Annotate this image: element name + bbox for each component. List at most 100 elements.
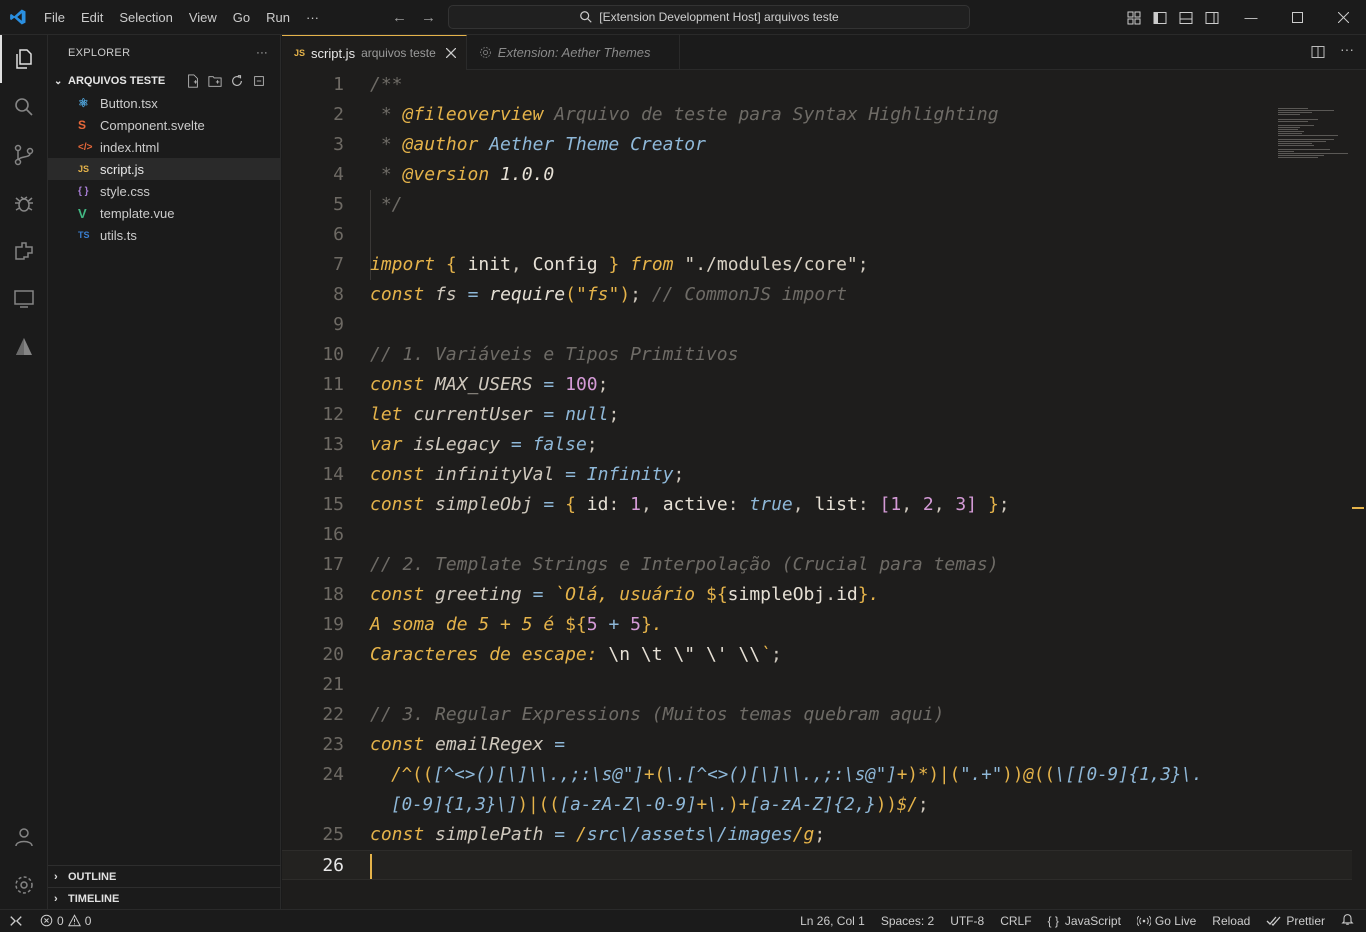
file-name: Component.svelte	[100, 117, 205, 133]
remote-indicator-icon[interactable]	[0, 914, 32, 928]
problems-indicator[interactable]: 0 0	[32, 914, 91, 928]
activity-bar	[0, 35, 48, 909]
line-number: 23	[322, 734, 344, 755]
status-bar: 0 0 Ln 26, Col 1 Spaces: 2 UTF-8 CRLF { …	[0, 909, 1366, 931]
menu-file[interactable]: File	[36, 0, 73, 35]
code-line: import { init, Config } from "./modules/…	[370, 254, 869, 275]
file-name: script.js	[100, 161, 145, 177]
end-of-line[interactable]: CRLF	[1000, 914, 1031, 928]
manage-gear-icon[interactable]	[0, 861, 48, 909]
extensions-icon[interactable]	[0, 227, 48, 275]
maximize-icon[interactable]	[1274, 0, 1320, 35]
outline-section[interactable]: › OUTLINE	[48, 865, 281, 887]
file-item-style-css[interactable]: { } style.css	[48, 180, 280, 202]
file-item-utils-ts[interactable]: TS utils.ts	[48, 224, 280, 246]
prettier-button[interactable]: Prettier	[1266, 914, 1325, 928]
menu-more[interactable]: ···	[298, 0, 327, 35]
close-tab-icon[interactable]	[445, 46, 457, 61]
folder-name: ARQUIVOS TESTE	[68, 75, 166, 87]
toggle-panel-icon[interactable]	[1178, 10, 1194, 26]
file-item-script-js[interactable]: JS script.js	[48, 158, 280, 180]
explorer-icon[interactable]	[0, 35, 48, 83]
encoding[interactable]: UTF-8	[950, 914, 984, 928]
double-check-icon	[1266, 916, 1281, 926]
timeline-section[interactable]: › TIMELINE	[48, 887, 281, 909]
menu-edit[interactable]: Edit	[73, 0, 111, 35]
file-name: Button.tsx	[100, 95, 158, 111]
line-number: 3	[333, 134, 344, 155]
ts-icon: TS	[78, 230, 90, 240]
indentation[interactable]: Spaces: 2	[881, 914, 934, 928]
vscode-logo-icon	[0, 0, 36, 35]
outline-label: OUTLINE	[68, 870, 117, 883]
notifications-bell-icon[interactable]	[1341, 912, 1354, 929]
line-number: 11	[322, 374, 344, 395]
cursor-position[interactable]: Ln 26, Col 1	[800, 914, 865, 928]
file-item-index-html[interactable]: </> index.html	[48, 136, 280, 158]
minimize-icon[interactable]: —	[1228, 0, 1274, 35]
tab-extension-aether-themes[interactable]: Extension: Aether Themes	[467, 35, 680, 70]
react-icon: ⚛	[78, 96, 89, 110]
run-debug-icon[interactable]	[0, 179, 48, 227]
explorer-more-icon[interactable]: ···	[256, 47, 268, 59]
close-window-icon[interactable]	[1320, 0, 1366, 35]
search-activity-icon[interactable]	[0, 83, 48, 131]
source-control-icon[interactable]	[0, 131, 48, 179]
line-number: 9	[333, 314, 344, 335]
customize-layout-icon[interactable]	[1126, 10, 1142, 26]
line-number: 26	[322, 855, 344, 876]
flask-icon[interactable]	[0, 323, 48, 371]
menu-run[interactable]: Run	[258, 0, 298, 35]
html-icon: </>	[78, 141, 93, 153]
line-number: 20	[322, 644, 344, 665]
title-bar: File Edit Selection View Go Run ··· ← → …	[0, 0, 1366, 35]
reload-button[interactable]: Reload	[1212, 914, 1250, 928]
file-name: index.html	[100, 139, 160, 155]
extension-gear-icon	[480, 47, 491, 58]
js-icon: JS	[294, 48, 306, 58]
file-item-component-svelte[interactable]: S Component.svelte	[48, 114, 280, 136]
new-file-icon[interactable]	[186, 74, 200, 88]
line-number: 19	[322, 614, 344, 635]
line-number: 14	[322, 464, 344, 485]
remote-explorer-icon[interactable]	[0, 275, 48, 323]
text-cursor	[370, 854, 372, 879]
code-line: // 2. Template Strings e Interpolação (C…	[370, 554, 999, 575]
braces-icon: { }	[1047, 913, 1059, 928]
editor-more-icon[interactable]: ···	[1340, 41, 1354, 57]
file-item-button-tsx[interactable]: ⚛ Button.tsx	[48, 92, 280, 114]
menu-go[interactable]: Go	[225, 0, 258, 35]
code-line: */	[370, 194, 403, 215]
code-line: const simpleObj = { id: 1, active: true,…	[370, 494, 1010, 515]
forward-arrow-icon[interactable]: →	[421, 9, 436, 26]
chevron-right-icon: ›	[54, 892, 58, 905]
menu-selection[interactable]: Selection	[111, 0, 180, 35]
code-editor[interactable]: 1 /** 2 * @fileoverview Arquivo de teste …	[282, 70, 1366, 909]
go-live-button[interactable]: Go Live	[1136, 914, 1196, 928]
language-mode[interactable]: { } JavaScript	[1048, 914, 1121, 928]
command-center[interactable]: [Extension Development Host] arquivos te…	[448, 5, 970, 29]
code-line: const infinityVal = Infinity;	[370, 464, 685, 485]
line-number: 17	[322, 554, 344, 575]
tab-script-js[interactable]: JS script.js arquivos teste	[282, 35, 467, 70]
new-folder-icon[interactable]	[208, 74, 222, 88]
toggle-primary-sidebar-icon[interactable]	[1152, 10, 1168, 26]
collapse-all-icon[interactable]	[252, 74, 266, 88]
toggle-secondary-sidebar-icon[interactable]	[1204, 10, 1220, 26]
file-item-template-vue[interactable]: V template.vue	[48, 202, 280, 224]
search-icon	[580, 11, 592, 23]
refresh-icon[interactable]	[230, 74, 244, 88]
folder-header[interactable]: ⌄ ARQUIVOS TESTE	[48, 70, 280, 92]
line-number: 13	[322, 434, 344, 455]
back-arrow-icon[interactable]: ←	[392, 9, 407, 26]
code-line: let currentUser = null;	[370, 404, 620, 425]
scrollbar-cursor-marker	[1352, 507, 1364, 509]
menu-view[interactable]: View	[181, 0, 225, 35]
svelte-icon: S	[78, 118, 87, 132]
line-number: 25	[322, 824, 344, 845]
accounts-icon[interactable]	[0, 813, 48, 861]
line-number: 1	[333, 74, 344, 95]
editor-area: JS script.js arquivos teste Extension: A…	[282, 35, 1366, 909]
split-editor-icon[interactable]	[1310, 44, 1326, 60]
line-number: 18	[322, 584, 344, 605]
